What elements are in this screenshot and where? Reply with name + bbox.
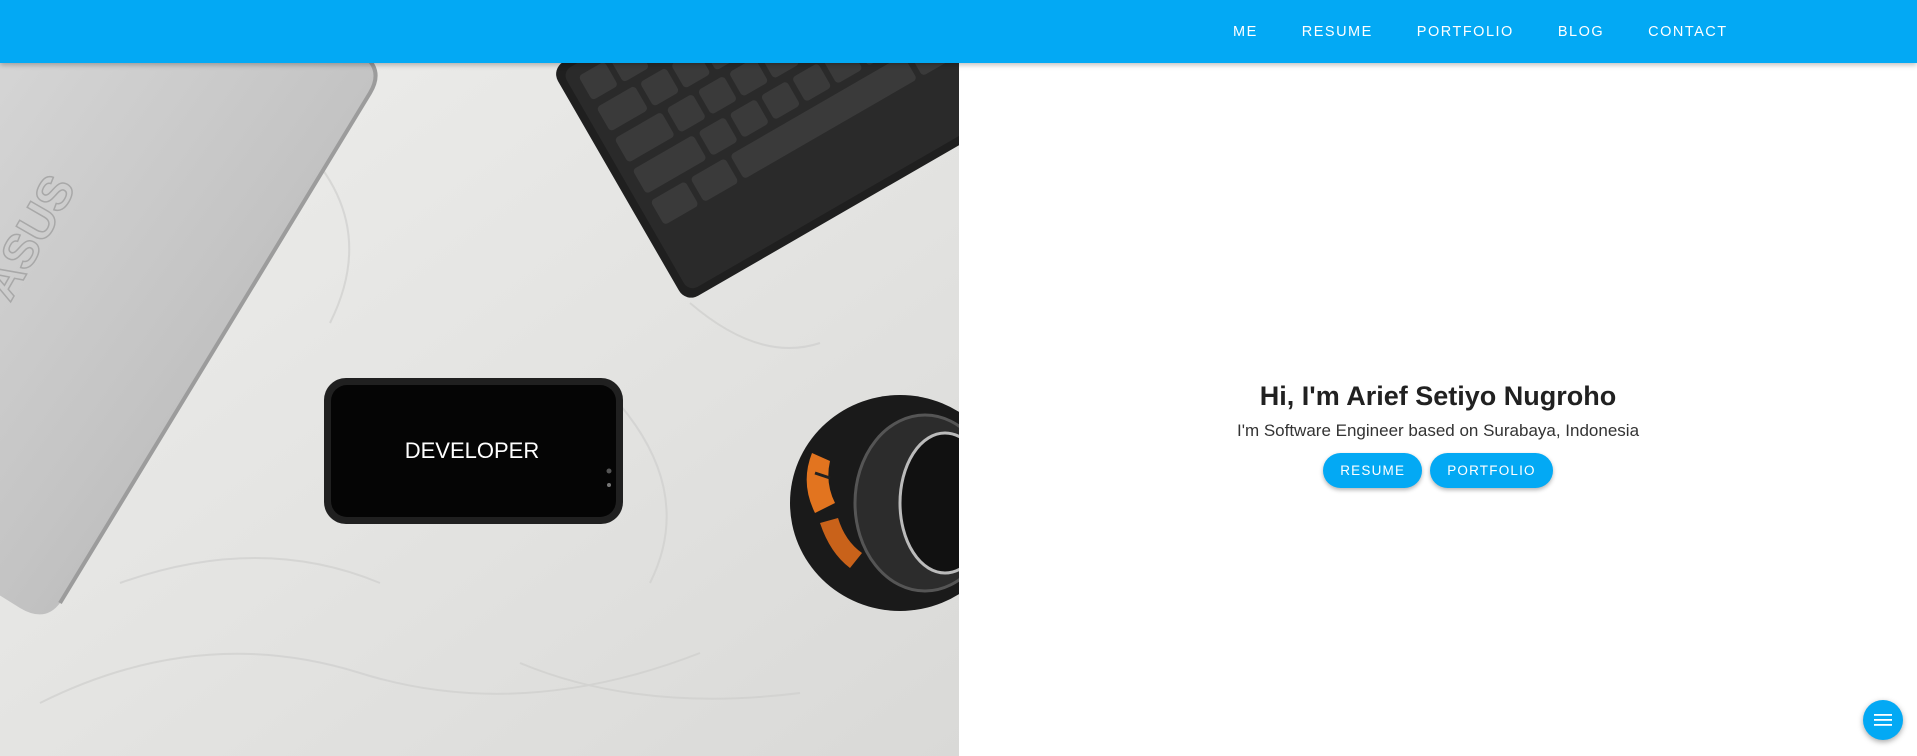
menu-icon (1874, 714, 1892, 726)
nav-item-contact[interactable]: CONTACT (1626, 24, 1750, 40)
hero-button-row: RESUME PORTFOLIO (959, 453, 1917, 488)
hero-title: Hi, I'm Arief Setiyo Nugroho (1259, 381, 1617, 411)
phone-screen-text: DEVELOPER (405, 438, 540, 463)
nav-item-me[interactable]: ME (1211, 24, 1280, 40)
hero-photo: ASUS DEVELOPER (0, 63, 959, 756)
hero-subtitle: I'm Software Engineer based on Surabaya,… (1236, 421, 1640, 440)
portfolio-button[interactable]: PORTFOLIO (1430, 453, 1553, 488)
resume-button[interactable]: RESUME (1323, 453, 1423, 488)
top-navbar: ME RESUME PORTFOLIO BLOG CONTACT (0, 0, 1917, 63)
desk-photo-illustration: ASUS DEVELOPER (0, 63, 959, 756)
nav-menu: ME RESUME PORTFOLIO BLOG CONTACT (1211, 0, 1750, 63)
intro-panel: Hi, I'm Arief Setiyo Nugroho I'm Softwar… (959, 63, 1917, 756)
menu-fab-button[interactable] (1863, 700, 1903, 740)
nav-item-resume[interactable]: RESUME (1280, 24, 1395, 40)
nav-item-blog[interactable]: BLOG (1536, 24, 1626, 40)
nav-item-portfolio[interactable]: PORTFOLIO (1395, 24, 1536, 40)
intro-block: Hi, I'm Arief Setiyo Nugroho I'm Softwar… (959, 381, 1917, 488)
